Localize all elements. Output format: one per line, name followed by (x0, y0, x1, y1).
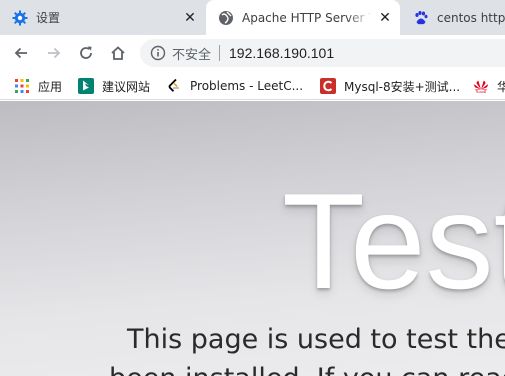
bookmarks-bar: 应用 建议网站 Problems - LeetC... Mysql-8安装+测试… (0, 71, 505, 100)
leetcode-icon (166, 78, 182, 94)
svg-text:HUAWEI: HUAWEI (476, 90, 487, 94)
page-heading: Test (282, 165, 505, 317)
toolbar: 不安全 192.168.190.101 (0, 35, 505, 71)
bookmark-suggested-sites[interactable]: 建议网站 (78, 76, 150, 96)
info-icon[interactable] (150, 45, 166, 61)
gear-icon (12, 10, 28, 26)
bookmark-label: Problems - LeetC... (190, 79, 304, 93)
page-content: Test This page is used to test the p bee… (0, 101, 505, 376)
tab-title: Apache HTTP Server Test Page (242, 10, 372, 25)
csdn-icon (320, 78, 336, 94)
bookmark-huawei[interactable]: HUAWEI 华 (473, 76, 505, 96)
huawei-icon: HUAWEI (473, 78, 489, 94)
home-button[interactable] (104, 39, 132, 67)
tab-title: centos httpd (437, 10, 505, 25)
bookmark-apps[interactable]: 应用 (14, 76, 62, 96)
bing-icon (78, 78, 94, 94)
back-button[interactable] (7, 39, 35, 67)
forward-arrow-icon (48, 47, 61, 59)
bookmark-leetcode[interactable]: Problems - LeetC... (166, 76, 303, 96)
page-body-line-2: been installed. If you can read (109, 363, 505, 376)
omnibox-divider (219, 45, 221, 61)
apps-grid-icon (14, 78, 30, 94)
tab-centos-httpd[interactable]: centos httpd (401, 0, 505, 35)
page-body-line-1: This page is used to test the p (127, 324, 505, 355)
close-icon[interactable]: ✕ (376, 9, 394, 27)
tab-settings[interactable]: 设置 ✕ (0, 0, 205, 35)
bookmark-label: 应用 (38, 79, 63, 94)
back-arrow-icon (14, 47, 27, 59)
url-text[interactable]: 192.168.190.101 (229, 45, 334, 61)
reload-icon (80, 46, 92, 59)
bookmark-label: 华 (497, 78, 505, 95)
address-bar[interactable]: 不安全 192.168.190.101 (140, 39, 505, 67)
bookmark-label: Mysql-8安装+测试... (344, 79, 461, 94)
home-icon (111, 46, 125, 60)
globe-icon (218, 10, 234, 26)
security-label[interactable]: 不安全 (172, 44, 211, 63)
tab-title: 设置 (36, 11, 61, 25)
tab-strip: 设置 ✕ Apache HTTP Server Test Page ✕ cent… (0, 0, 505, 35)
bookmark-label: 建议网站 (102, 79, 151, 94)
bookmark-mysql-csdn[interactable]: Mysql-8安装+测试... (320, 76, 460, 96)
baidu-paw-icon (413, 10, 429, 26)
tab-apache-test-page[interactable]: Apache HTTP Server Test Page ✕ (206, 0, 400, 35)
close-icon[interactable]: ✕ (181, 9, 199, 27)
forward-button[interactable] (40, 39, 68, 67)
reload-button[interactable] (72, 39, 100, 67)
